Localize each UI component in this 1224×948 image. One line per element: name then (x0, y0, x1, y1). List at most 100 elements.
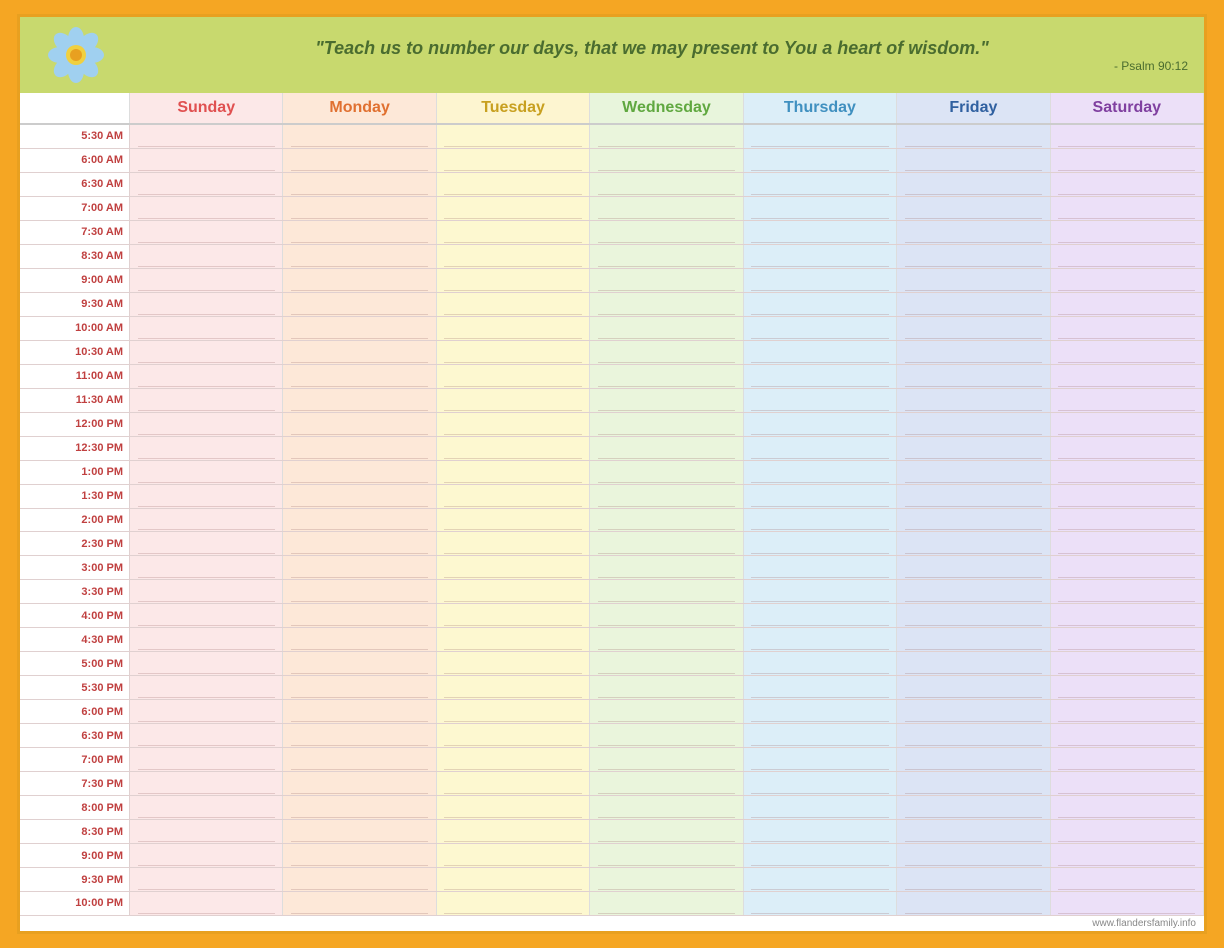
schedule-cell-friday[interactable] (897, 772, 1050, 795)
schedule-cell-tuesday[interactable] (437, 293, 590, 316)
schedule-cell-sunday[interactable] (130, 245, 283, 268)
schedule-cell-friday[interactable] (897, 437, 1050, 460)
schedule-cell-wednesday[interactable] (590, 748, 743, 771)
schedule-cell-sunday[interactable] (130, 580, 283, 603)
schedule-cell-wednesday[interactable] (590, 341, 743, 364)
schedule-cell-tuesday[interactable] (437, 844, 590, 867)
schedule-cell-friday[interactable] (897, 173, 1050, 196)
schedule-cell-tuesday[interactable] (437, 485, 590, 508)
schedule-cell-monday[interactable] (283, 461, 436, 484)
schedule-cell-tuesday[interactable] (437, 461, 590, 484)
schedule-cell-friday[interactable] (897, 197, 1050, 220)
schedule-cell-sunday[interactable] (130, 173, 283, 196)
schedule-cell-wednesday[interactable] (590, 173, 743, 196)
schedule-cell-monday[interactable] (283, 245, 436, 268)
schedule-cell-monday[interactable] (283, 532, 436, 555)
schedule-cell-monday[interactable] (283, 293, 436, 316)
schedule-cell-sunday[interactable] (130, 772, 283, 795)
schedule-cell-tuesday[interactable] (437, 892, 590, 915)
schedule-cell-friday[interactable] (897, 293, 1050, 316)
schedule-cell-thursday[interactable] (744, 892, 897, 915)
schedule-cell-sunday[interactable] (130, 461, 283, 484)
schedule-cell-monday[interactable] (283, 317, 436, 340)
schedule-cell-sunday[interactable] (130, 748, 283, 771)
schedule-cell-thursday[interactable] (744, 580, 897, 603)
schedule-cell-thursday[interactable] (744, 604, 897, 627)
schedule-cell-thursday[interactable] (744, 700, 897, 723)
schedule-cell-sunday[interactable] (130, 509, 283, 532)
schedule-cell-wednesday[interactable] (590, 796, 743, 819)
schedule-cell-thursday[interactable] (744, 389, 897, 412)
schedule-cell-monday[interactable] (283, 437, 436, 460)
schedule-cell-wednesday[interactable] (590, 628, 743, 651)
schedule-cell-saturday[interactable] (1051, 868, 1204, 891)
schedule-cell-saturday[interactable] (1051, 556, 1204, 579)
schedule-cell-thursday[interactable] (744, 796, 897, 819)
schedule-cell-tuesday[interactable] (437, 772, 590, 795)
schedule-cell-thursday[interactable] (744, 125, 897, 148)
schedule-cell-monday[interactable] (283, 149, 436, 172)
schedule-cell-wednesday[interactable] (590, 293, 743, 316)
schedule-cell-thursday[interactable] (744, 652, 897, 675)
schedule-cell-tuesday[interactable] (437, 796, 590, 819)
schedule-cell-saturday[interactable] (1051, 700, 1204, 723)
schedule-cell-sunday[interactable] (130, 221, 283, 244)
schedule-cell-thursday[interactable] (744, 485, 897, 508)
schedule-cell-wednesday[interactable] (590, 197, 743, 220)
schedule-cell-thursday[interactable] (744, 748, 897, 771)
schedule-cell-friday[interactable] (897, 556, 1050, 579)
schedule-cell-friday[interactable] (897, 149, 1050, 172)
schedule-cell-sunday[interactable] (130, 844, 283, 867)
schedule-cell-sunday[interactable] (130, 317, 283, 340)
schedule-cell-saturday[interactable] (1051, 724, 1204, 747)
schedule-cell-wednesday[interactable] (590, 820, 743, 843)
schedule-cell-wednesday[interactable] (590, 125, 743, 148)
schedule-cell-friday[interactable] (897, 532, 1050, 555)
schedule-cell-thursday[interactable] (744, 269, 897, 292)
schedule-cell-sunday[interactable] (130, 365, 283, 388)
schedule-cell-thursday[interactable] (744, 628, 897, 651)
schedule-cell-saturday[interactable] (1051, 485, 1204, 508)
schedule-cell-tuesday[interactable] (437, 628, 590, 651)
schedule-cell-tuesday[interactable] (437, 652, 590, 675)
schedule-cell-sunday[interactable] (130, 149, 283, 172)
schedule-cell-saturday[interactable] (1051, 604, 1204, 627)
schedule-cell-sunday[interactable] (130, 413, 283, 436)
schedule-cell-saturday[interactable] (1051, 149, 1204, 172)
schedule-cell-friday[interactable] (897, 844, 1050, 867)
schedule-cell-tuesday[interactable] (437, 748, 590, 771)
schedule-cell-tuesday[interactable] (437, 532, 590, 555)
schedule-cell-monday[interactable] (283, 700, 436, 723)
schedule-cell-monday[interactable] (283, 173, 436, 196)
schedule-cell-monday[interactable] (283, 580, 436, 603)
schedule-cell-saturday[interactable] (1051, 676, 1204, 699)
schedule-cell-saturday[interactable] (1051, 341, 1204, 364)
schedule-cell-saturday[interactable] (1051, 820, 1204, 843)
schedule-cell-friday[interactable] (897, 389, 1050, 412)
schedule-cell-saturday[interactable] (1051, 652, 1204, 675)
schedule-cell-sunday[interactable] (130, 532, 283, 555)
schedule-cell-tuesday[interactable] (437, 868, 590, 891)
schedule-cell-wednesday[interactable] (590, 269, 743, 292)
schedule-cell-tuesday[interactable] (437, 221, 590, 244)
schedule-cell-monday[interactable] (283, 652, 436, 675)
schedule-cell-tuesday[interactable] (437, 149, 590, 172)
schedule-cell-thursday[interactable] (744, 772, 897, 795)
schedule-cell-tuesday[interactable] (437, 724, 590, 747)
schedule-cell-friday[interactable] (897, 748, 1050, 771)
schedule-cell-friday[interactable] (897, 413, 1050, 436)
schedule-cell-saturday[interactable] (1051, 245, 1204, 268)
schedule-cell-saturday[interactable] (1051, 748, 1204, 771)
schedule-cell-tuesday[interactable] (437, 317, 590, 340)
schedule-cell-monday[interactable] (283, 604, 436, 627)
schedule-cell-friday[interactable] (897, 221, 1050, 244)
schedule-cell-monday[interactable] (283, 125, 436, 148)
schedule-cell-monday[interactable] (283, 796, 436, 819)
schedule-cell-monday[interactable] (283, 413, 436, 436)
schedule-cell-thursday[interactable] (744, 676, 897, 699)
schedule-cell-sunday[interactable] (130, 868, 283, 891)
schedule-cell-thursday[interactable] (744, 820, 897, 843)
schedule-cell-thursday[interactable] (744, 844, 897, 867)
schedule-cell-wednesday[interactable] (590, 245, 743, 268)
schedule-cell-friday[interactable] (897, 365, 1050, 388)
